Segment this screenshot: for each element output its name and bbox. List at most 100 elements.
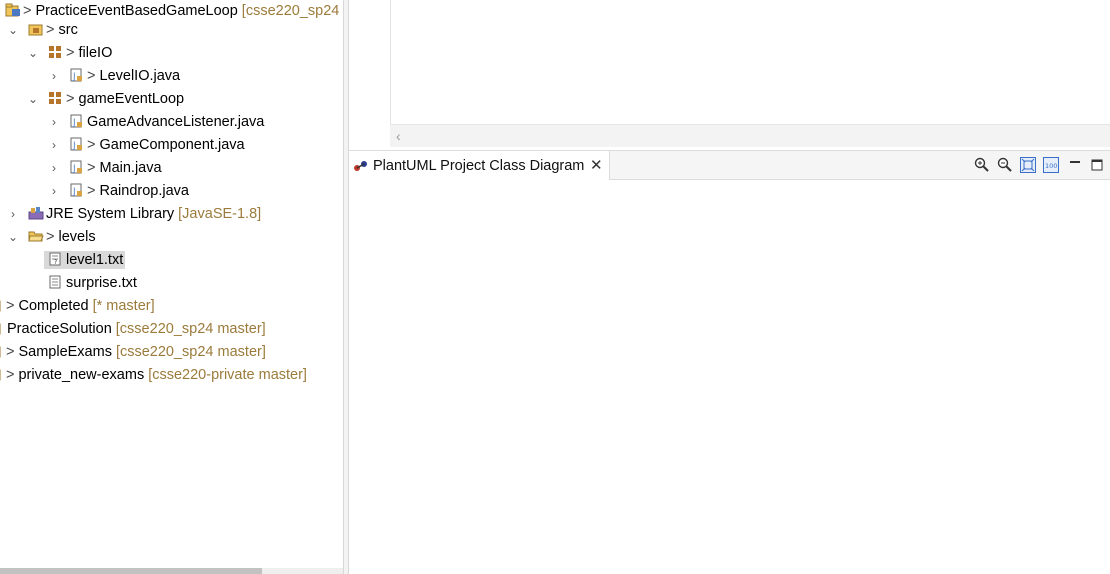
editor-horizontal-scrollbar[interactable]: ‹ [390,124,1110,147]
tree-item-completed[interactable]: > Completed [* master] [0,295,155,318]
project-icon [0,366,2,381]
tree-item-gameadvancelistener-java[interactable]: › J GameAdvanceListener.java [49,111,264,134]
tree-item-gameeventloop[interactable]: ⌄ > gameEventLoop [28,88,184,111]
tree-item-jre-library[interactable]: › JRE System Library [JavaSE-1.8] [8,203,261,226]
maximize-icon[interactable] [1091,157,1107,173]
tree-item-label: private_new-exams [18,367,145,383]
repo-qualifier: [csse220_sp24 [241,3,340,19]
tree-item-label: SampleExams [18,344,112,360]
file-name: level1.txt [66,252,124,268]
plantuml-icon [353,159,369,177]
git-change-decoration: > [6,298,15,314]
scrollbar-thumb[interactable] [0,568,262,574]
tree-item-label: Completed [18,298,89,314]
chevron-right-icon[interactable]: › [49,157,59,180]
source-folder-icon [28,21,43,36]
git-change-decoration: > [46,229,55,245]
diagram-canvas[interactable] [349,180,1110,574]
tree-item-label: fileIO [78,45,113,61]
tree-item-private-new-exams[interactable]: > private_new-exams [csse220-private maste… [0,364,307,387]
project-explorer: > PracticeEventBasedGameLoop [csse220_sp24… [0,0,343,574]
chevron-right-icon[interactable]: › [8,203,18,226]
chevron-down-icon[interactable]: ⌄ [28,42,38,65]
text-file-icon: ? [48,251,62,266]
git-change-decoration: > [66,91,75,107]
java-file-icon: J [69,113,83,128]
editor-line-ruler [360,0,391,124]
text-file-icon [48,274,62,289]
close-icon[interactable]: ✕ [590,151,603,181]
tree-item-label: src [58,22,78,38]
tree-item-label: GameAdvanceListener.java [87,114,265,130]
git-change-decoration: > [6,344,15,360]
git-change-decoration: > [23,3,32,19]
tree-item-levelio-java[interactable]: › J > LevelIO.java [49,65,180,88]
tab-plantuml-project-class-diagram[interactable]: PlantUML Project Class Diagram ✕ [349,151,610,181]
git-change-decoration: > [46,22,55,38]
git-change-decoration: > [87,137,96,153]
tree-item-main-java[interactable]: › J > Main.java [49,157,162,180]
library-qualifier: [JavaSE-1.8] [178,206,262,222]
git-change-decoration: > [6,367,15,383]
java-file-icon: J [69,182,83,197]
tree-item-label: PracticeSolution [7,321,112,337]
svg-text:?: ? [54,259,57,266]
chevron-down-icon[interactable]: ⌄ [8,226,18,249]
zoom-out-icon[interactable] [997,157,1013,173]
tree-item-label: GameComponent.java [99,137,245,153]
tree-item-label: Main.java [99,160,162,176]
tree-item-src[interactable]: ⌄ > src [8,19,78,42]
git-change-decoration: > [87,183,96,199]
tree-item-level1-txt[interactable]: ? level1.txt [44,249,126,272]
tree-item-gamecomponent-java[interactable]: › J > GameComponent.java [49,134,245,157]
chevron-right-icon[interactable]: › [49,134,59,157]
zoom-fit-icon[interactable] [1020,157,1036,173]
tree-item-raindrop-java[interactable]: › J > Raindrop.java [49,180,189,203]
tree-item-label: gameEventLoop [78,91,185,107]
tree-item-label: surprise.txt [66,275,137,291]
plantuml-view: PlantUML Project Class Diagram ✕ 100 [349,150,1110,574]
explorer-horizontal-scrollbar[interactable] [0,568,343,574]
chevron-right-icon[interactable]: › [49,180,59,203]
minimize-icon[interactable] [1069,157,1085,173]
tree-item-sampleexams[interactable]: > SampleExams [csse220_sp24 master] [0,341,266,364]
tree-item-practicesolution[interactable]: PracticeSolution [csse220_sp24 master] [0,318,266,341]
git-change-decoration: > [87,68,96,84]
chevron-down-icon[interactable]: ⌄ [8,19,18,42]
tree-item-label-selected: ? level1.txt [44,251,126,269]
repo-qualifier: [csse220_sp24 master] [115,344,266,360]
svg-text:J: J [72,72,76,82]
tree-item-label: LevelIO.java [99,68,181,84]
svg-text:J: J [72,141,76,151]
git-change-decoration: > [66,45,75,61]
zoom-100-icon[interactable]: 100 [1043,157,1059,173]
project-icon [0,343,2,358]
svg-text:100: 100 [1045,162,1057,170]
java-file-icon: J [69,67,83,82]
chevron-right-icon[interactable]: › [49,111,59,134]
tree-item-label: Raindrop.java [99,183,189,199]
repo-qualifier: [* master] [92,298,155,314]
editor-area[interactable]: ‹ [349,0,1110,148]
package-icon [48,90,62,104]
scroll-left-icon[interactable]: ‹ [396,125,401,147]
tree-item-levels[interactable]: ⌄ > levels [8,226,96,249]
zoom-in-icon[interactable] [974,157,990,173]
tree-item-label: JRE System Library [46,206,175,222]
repo-qualifier: [csse220-private master] [148,367,307,383]
package-icon [48,44,62,58]
tree-item-fileio[interactable]: ⌄ > fileIO [28,42,112,65]
tree-item-label: PracticeEventBasedGameLoop [35,3,238,19]
tree-item-surprise-txt[interactable]: surprise.txt [48,272,137,295]
chevron-right-icon[interactable]: › [49,65,59,88]
project-icon [5,2,20,17]
chevron-down-icon[interactable]: ⌄ [28,88,38,111]
library-icon [28,205,44,220]
svg-text:J: J [72,118,76,128]
java-file-icon: J [69,159,83,174]
svg-text:J: J [72,164,76,174]
svg-text:J: J [72,187,76,197]
view-tab-bar: PlantUML Project Class Diagram ✕ 100 [349,150,1110,181]
git-change-decoration: > [87,160,96,176]
project-icon [0,320,2,335]
